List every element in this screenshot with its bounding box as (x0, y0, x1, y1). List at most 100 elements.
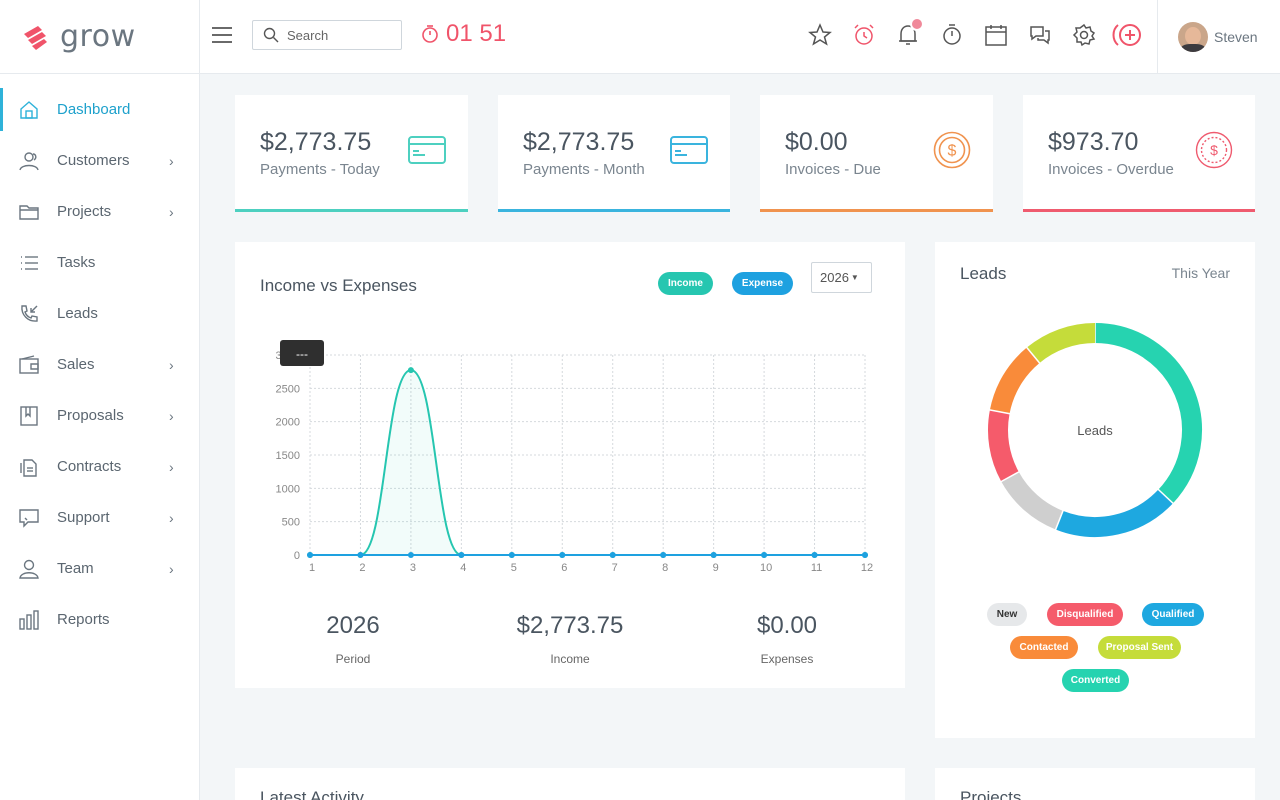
stat-label: Payments - Today (260, 161, 380, 178)
sidebar-item-sales[interactable]: Sales › (0, 339, 199, 390)
sidebar-item-dashboard[interactable]: Dashboard (0, 84, 199, 135)
stat-label: Invoices - Overdue (1048, 161, 1174, 178)
stat-card-payments-month[interactable]: $2,773.75 Payments - Month (498, 95, 730, 212)
stat-bar (760, 209, 993, 212)
y-tick-label: 2000 (276, 417, 300, 429)
sidebar-item-support[interactable]: Support › (0, 492, 199, 543)
stat-card-invoices-due[interactable]: $0.00 Invoices - Due $ (760, 95, 993, 212)
gear-icon[interactable] (1062, 20, 1106, 50)
income-expenses-panel: Income vs Expenses Income Expense 2026 ▼… (235, 242, 905, 688)
legend-qualified[interactable]: Qualified (1142, 603, 1204, 626)
donut-slice-qualified[interactable] (1055, 489, 1173, 537)
sidebar-item-projects[interactable]: Projects › (0, 186, 199, 237)
logo[interactable]: grow (0, 0, 199, 74)
x-tick-label: 7 (612, 562, 618, 574)
panel-title: Leads (960, 264, 1007, 283)
latest-activity-panel: Latest Activity (235, 768, 905, 800)
sidebar-item-label: Tasks (57, 254, 96, 271)
chevron-right-icon: › (169, 509, 174, 526)
sidebar-item-label: Customers (57, 152, 130, 169)
x-tick-label: 2 (359, 562, 365, 574)
sidebar-item-label: Sales (57, 356, 95, 373)
panel-title: Projects (960, 788, 1022, 800)
home-icon (17, 98, 41, 122)
tooltip-text: --- (296, 347, 308, 361)
donut-slice-proposal-sent[interactable] (1026, 323, 1096, 364)
calendar-icon[interactable] (974, 20, 1018, 50)
chat-support-icon (17, 506, 41, 530)
y-tick-label: 0 (294, 550, 300, 562)
series-area-income (310, 370, 865, 555)
stat-value: $973.70 (1048, 128, 1139, 156)
credit-card-icon (408, 131, 446, 169)
stat-value: $0.00 (785, 128, 848, 156)
donut-slice-converted[interactable] (1094, 323, 1202, 504)
documents-icon (17, 455, 41, 479)
stat-label: Payments - Month (523, 161, 645, 178)
leads-panel: Leads This Year Leads New Disqualified Qua… (935, 242, 1255, 738)
legend-contacted[interactable]: Contacted (1010, 636, 1078, 659)
sidebar-item-label: Dashboard (57, 101, 131, 118)
donut-slice-contacted[interactable] (989, 347, 1040, 415)
leads-period[interactable]: This Year (1172, 265, 1230, 281)
user-menu[interactable]: Steven (1157, 0, 1280, 74)
sidebar-item-label: Proposals (57, 407, 124, 424)
stat-bar (235, 209, 468, 212)
donut-slice-disqualified[interactable] (988, 409, 1019, 482)
x-tick-label: 4 (460, 562, 466, 574)
chevron-right-icon: › (169, 356, 174, 373)
search-box (252, 20, 402, 50)
star-icon[interactable] (798, 20, 842, 50)
sidebar-item-proposals[interactable]: Proposals › (0, 390, 199, 441)
sidebar-item-team[interactable]: Team › (0, 543, 199, 594)
donut-center-label: Leads (1077, 423, 1113, 438)
x-tick-label: 6 (561, 562, 567, 574)
legend-disqualified[interactable]: Disqualified (1047, 603, 1123, 626)
data-point-expense (811, 552, 818, 558)
chat-icon[interactable] (1018, 20, 1062, 50)
topbar-icons (798, 17, 1150, 50)
x-tick-label: 10 (760, 562, 772, 574)
summary-label: Period (335, 652, 371, 666)
stat-card-payments-today[interactable]: $2,773.75 Payments - Today (235, 95, 468, 212)
hamburger-menu-icon[interactable] (211, 24, 233, 46)
stat-value: $2,773.75 (260, 128, 372, 156)
sidebar-item-reports[interactable]: Reports (0, 594, 199, 645)
sidebar-item-customers[interactable]: Customers › (0, 135, 199, 186)
x-tick-label: 8 (662, 562, 668, 574)
summary-label: Expenses (760, 652, 814, 666)
summary-income: $2,773.75 Income (480, 612, 660, 666)
stat-value: $2,773.75 (523, 128, 635, 156)
sidebar-item-tasks[interactable]: Tasks (0, 237, 199, 288)
legend-converted[interactable]: Converted (1062, 669, 1129, 692)
donut-slice-new[interactable] (1001, 471, 1064, 530)
sidebar-item-label: Reports (57, 611, 110, 628)
bar-chart-icon (17, 608, 41, 632)
dollar-coin-icon: $ (1195, 131, 1233, 169)
summary-value: $2,773.75 (516, 612, 624, 639)
stopwatch-icon (422, 25, 438, 43)
stat-card-invoices-overdue[interactable]: $973.70 Invoices - Overdue $ (1023, 95, 1255, 212)
chevron-right-icon: › (169, 152, 174, 169)
data-point-expense (710, 552, 717, 558)
alarm-icon[interactable] (842, 20, 886, 50)
bell-icon[interactable] (886, 17, 930, 50)
stopwatch-icon[interactable] (930, 20, 974, 50)
data-point-income (407, 367, 414, 374)
chevron-right-icon: › (169, 458, 174, 475)
y-tick-label: 1500 (276, 450, 300, 462)
legend-proposal-sent[interactable]: Proposal Sent (1098, 636, 1181, 659)
sidebar-nav: Dashboard Customers › Projects › Tasks L… (0, 74, 199, 645)
timer[interactable]: 01 51 (420, 20, 506, 48)
sidebar-item-contracts[interactable]: Contracts › (0, 441, 199, 492)
sidebar-item-leads[interactable]: Leads (0, 288, 199, 339)
users-icon (17, 149, 41, 173)
add-circle-icon[interactable] (1106, 20, 1150, 50)
x-tick-label: 11 (811, 562, 822, 574)
y-tick-label: 1000 (276, 483, 300, 495)
notification-badge (910, 17, 924, 31)
summary-expenses: $0.00 Expenses (697, 612, 877, 666)
search-input[interactable] (287, 27, 387, 43)
summary-value: 2026 (326, 612, 380, 639)
legend-new[interactable]: New (987, 603, 1027, 626)
